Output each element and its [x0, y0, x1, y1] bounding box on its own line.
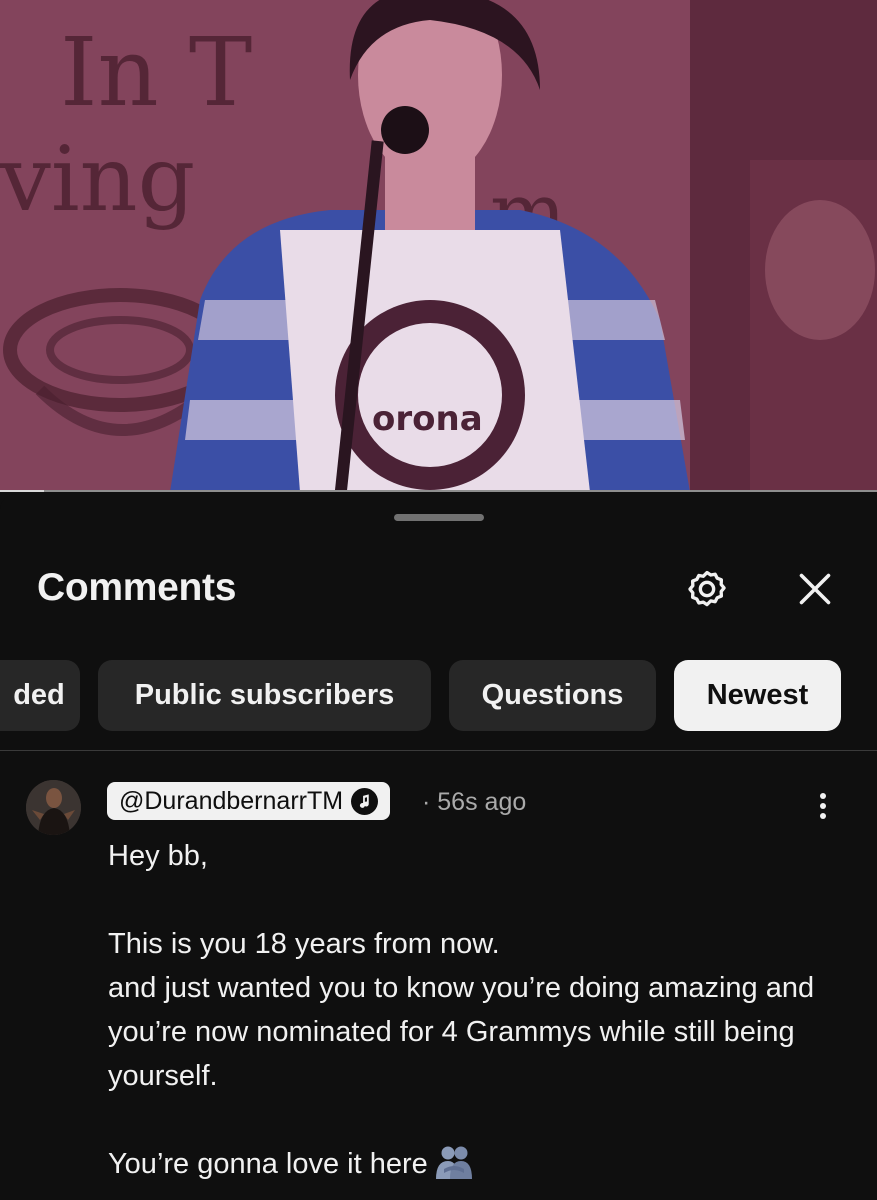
- comment-filter-chips: ded Public subscribers Questions Newest: [0, 660, 877, 732]
- chip-label: Public subscribers: [134, 679, 395, 711]
- chip-questions[interactable]: Questions: [449, 660, 656, 731]
- comment-text: Hey bb, This is you 18 years from now. a…: [108, 840, 815, 1180]
- svg-text:In T: In T: [60, 18, 252, 128]
- svg-text:orona: orona: [372, 399, 483, 439]
- more-vertical-icon: [820, 793, 826, 819]
- comment-more-button[interactable]: [806, 790, 840, 824]
- chip-label: Questions: [481, 679, 624, 711]
- video-progress-fill: [0, 490, 44, 492]
- chip-label: ded: [13, 679, 65, 711]
- meta-separator: ·: [422, 788, 431, 816]
- svg-text:ving: ving: [0, 127, 195, 232]
- gear-icon: [688, 570, 726, 607]
- avatar[interactable]: [26, 780, 81, 835]
- comments-title: Comments: [37, 566, 237, 609]
- avatar-image: [26, 780, 81, 835]
- video-frame: In T ving m orona: [0, 0, 877, 492]
- settings-button[interactable]: [680, 562, 734, 616]
- author-handle: @DurandbernarrTM: [119, 786, 344, 815]
- music-note-icon: [351, 787, 379, 815]
- people-hugging-emoji: [434, 1145, 474, 1192]
- chip-newest[interactable]: Newest: [674, 660, 841, 731]
- comment-body: Hey bb, This is you 18 years from now. a…: [108, 834, 828, 1192]
- chip-public-subscribers[interactable]: Public subscribers: [98, 660, 431, 731]
- close-icon: [799, 573, 831, 605]
- chip-label: Newest: [706, 679, 809, 711]
- chip-recommended[interactable]: ded: [0, 660, 80, 731]
- comment-time: 56s ago: [437, 788, 527, 816]
- comments-sheet: Comments ded Public subscribers Question…: [0, 494, 877, 1200]
- close-button[interactable]: [790, 564, 840, 614]
- video-player[interactable]: In T ving m orona: [0, 0, 877, 492]
- divider: [0, 750, 877, 751]
- drag-handle[interactable]: [394, 514, 484, 521]
- author-handle-chip[interactable]: @DurandbernarrTM: [107, 782, 391, 820]
- video-progress-bar[interactable]: [0, 490, 877, 492]
- comment-meta: · 56s ago: [422, 788, 526, 817]
